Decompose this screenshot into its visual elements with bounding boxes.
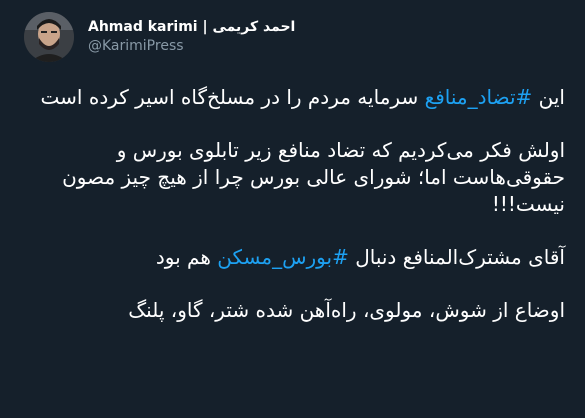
tweet-card: Ahmad karimi | احمد کریمی @KarimiPress ا…: [0, 0, 585, 418]
paragraph-text: این: [532, 85, 565, 109]
display-name[interactable]: Ahmad karimi | احمد کریمی: [88, 18, 295, 37]
user-names: Ahmad karimi | احمد کریمی @KarimiPress: [88, 18, 295, 56]
avatar[interactable]: [24, 12, 74, 62]
tweet-paragraph-3: آقای مشترک‌المنافع دنبال #بورس_مسکن هم ب…: [36, 244, 565, 271]
tweet-paragraph-4: اوضاع از شوش، مولوی، راه‌آهن شده شتر، گا…: [128, 298, 565, 322]
profile-photo-icon: [24, 12, 74, 62]
paragraph-text: سرمایه مردم را در مسلخ‌گاه اسیر کرده است: [40, 85, 425, 109]
tweet-paragraph-2: اولش فکر می‌کردیم که تضاد منافع زیر تابل…: [62, 138, 565, 216]
hashtag-link[interactable]: #بورس_مسکن: [217, 245, 349, 269]
hashtag-link[interactable]: #تضاد_منافع: [425, 85, 533, 109]
tweet-text: این #تضاد_منافع سرمایه مردم را در مسلخ‌گ…: [16, 84, 569, 324]
paragraph-text: هم بود: [155, 245, 218, 269]
tweet-header: Ahmad karimi | احمد کریمی @KarimiPress: [16, 12, 569, 62]
user-handle[interactable]: @KarimiPress: [88, 37, 295, 56]
paragraph-text: آقای مشترک‌المنافع دنبال: [348, 245, 565, 269]
tweet-paragraph-1: این #تضاد_منافع سرمایه مردم را در مسلخ‌گ…: [36, 84, 565, 111]
